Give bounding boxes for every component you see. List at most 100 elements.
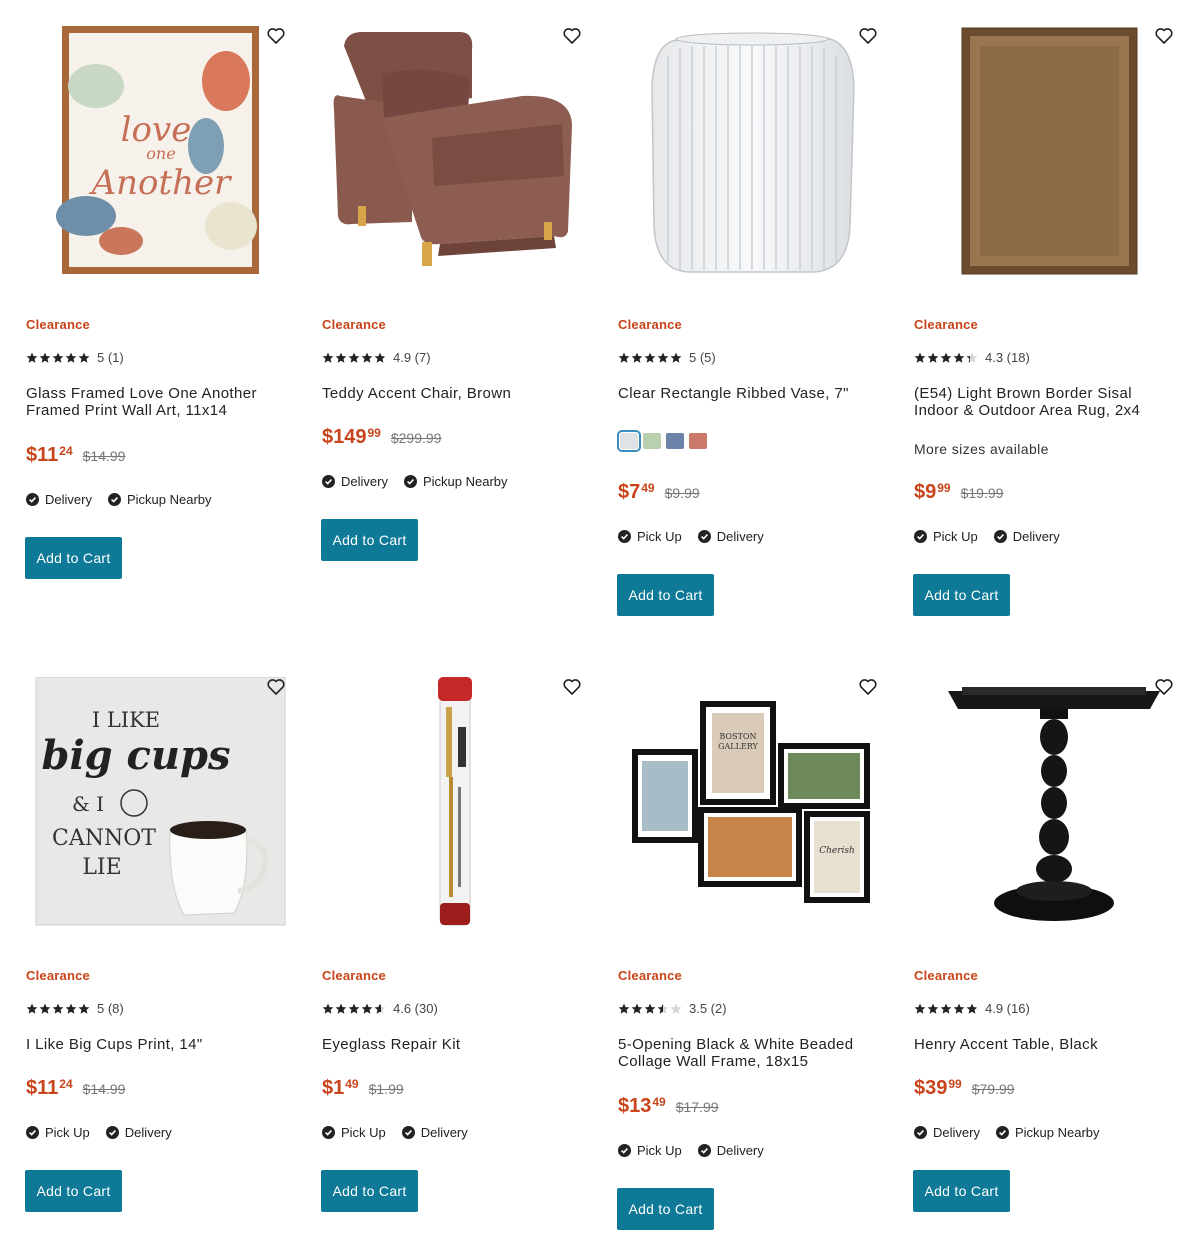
color-swatches bbox=[617, 430, 712, 452]
product-title[interactable]: I Like Big Cups Print, 14" bbox=[26, 1036, 286, 1053]
star-icon bbox=[966, 352, 978, 363]
fulfillment-option: Pickup Nearby bbox=[403, 474, 508, 489]
check-circle-icon bbox=[26, 493, 39, 506]
star-icon bbox=[670, 1003, 682, 1014]
heart-icon[interactable] bbox=[266, 26, 286, 46]
fulfillment-label: Pick Up bbox=[45, 1125, 90, 1140]
rating-text: 5 (1) bbox=[97, 350, 124, 365]
star-rating bbox=[914, 352, 979, 364]
star-icon bbox=[657, 1003, 669, 1014]
star-icon bbox=[940, 1003, 952, 1014]
was-price: $14.99 bbox=[82, 1081, 126, 1097]
was-price: $9.99 bbox=[664, 485, 700, 501]
star-icon bbox=[348, 352, 360, 363]
heart-icon[interactable] bbox=[858, 26, 878, 46]
price-dollars: $11 bbox=[26, 1077, 59, 1099]
color-swatch[interactable] bbox=[666, 433, 684, 449]
star-icon bbox=[927, 352, 939, 363]
product-image[interactable] bbox=[618, 26, 888, 296]
fulfillment-options: Pick Up Delivery bbox=[618, 529, 780, 544]
rating-text: 3.5 (2) bbox=[689, 1001, 727, 1016]
star-icon bbox=[374, 352, 386, 363]
print-text-line1: I LIKE bbox=[92, 708, 160, 732]
rating-text: 4.6 (30) bbox=[393, 1001, 438, 1016]
product-image[interactable] bbox=[914, 677, 1184, 947]
star-icon bbox=[618, 1003, 630, 1014]
star-icon bbox=[914, 352, 926, 363]
sisal-area-rug-image bbox=[961, 27, 1138, 275]
fulfillment-option: Delivery bbox=[401, 1125, 468, 1140]
check-circle-icon bbox=[322, 475, 335, 488]
product-image[interactable]: BOSTON GALLERY Cherish bbox=[618, 677, 888, 947]
clearance-badge: Clearance bbox=[322, 317, 386, 332]
color-swatch[interactable] bbox=[643, 433, 661, 449]
heart-icon[interactable] bbox=[1154, 677, 1174, 697]
clearance-badge: Clearance bbox=[26, 317, 90, 332]
star-icon bbox=[78, 352, 90, 363]
product-card: Clearance 4.6 (30) Eyeglass Repair Kit $… bbox=[321, 677, 602, 1237]
add-to-cart-button[interactable]: Add to Cart bbox=[25, 537, 122, 579]
add-to-cart-button[interactable]: Add to Cart bbox=[617, 1188, 714, 1230]
add-to-cart-button[interactable]: Add to Cart bbox=[617, 574, 714, 616]
color-swatch[interactable] bbox=[617, 430, 641, 452]
check-circle-icon bbox=[618, 1144, 631, 1157]
rating-text: 5 (5) bbox=[689, 350, 716, 365]
color-swatch[interactable] bbox=[689, 433, 707, 449]
product-title[interactable]: Clear Rectangle Ribbed Vase, 7" bbox=[618, 385, 878, 402]
product-image[interactable] bbox=[322, 26, 592, 296]
product-title[interactable]: Henry Accent Table, Black bbox=[914, 1036, 1174, 1053]
product-image[interactable] bbox=[914, 26, 1184, 296]
star-icon bbox=[26, 1003, 38, 1014]
price: $11 24 $14.99 bbox=[26, 444, 125, 466]
star-icon bbox=[52, 352, 64, 363]
star-rating bbox=[618, 352, 683, 364]
clearance-badge: Clearance bbox=[618, 968, 682, 983]
product-title[interactable]: Teddy Accent Chair, Brown bbox=[322, 385, 582, 402]
star-icon bbox=[78, 1003, 90, 1014]
heart-icon[interactable] bbox=[858, 677, 878, 697]
add-to-cart-button[interactable]: Add to Cart bbox=[321, 1170, 418, 1212]
fulfillment-options: Delivery Pickup Nearby bbox=[914, 1125, 1116, 1140]
fulfillment-option: Pick Up bbox=[618, 1143, 682, 1158]
star-icon bbox=[953, 1003, 965, 1014]
price: $149 99 $299.99 bbox=[322, 426, 441, 448]
heart-icon[interactable] bbox=[562, 26, 582, 46]
star-icon bbox=[322, 1003, 334, 1014]
fulfillment-option: Delivery bbox=[322, 474, 388, 489]
was-price: $19.99 bbox=[960, 485, 1004, 501]
rating-text: 4.3 (18) bbox=[985, 350, 1030, 365]
product-title[interactable]: Eyeglass Repair Kit bbox=[322, 1036, 582, 1053]
price-cents: 24 bbox=[59, 444, 73, 458]
add-to-cart-button[interactable]: Add to Cart bbox=[321, 519, 418, 561]
price: $39 99 $79.99 bbox=[914, 1077, 1015, 1099]
fulfillment-option: Delivery bbox=[914, 1125, 980, 1140]
price-cents: 99 bbox=[367, 426, 381, 440]
add-to-cart-button[interactable]: Add to Cart bbox=[913, 574, 1010, 616]
heart-icon[interactable] bbox=[1154, 26, 1174, 46]
fulfillment-label: Delivery bbox=[45, 492, 92, 507]
clearance-badge: Clearance bbox=[618, 317, 682, 332]
product-title[interactable]: Glass Framed Love One Another Framed Pri… bbox=[26, 385, 286, 419]
star-rating bbox=[618, 1003, 683, 1015]
add-to-cart-button[interactable]: Add to Cart bbox=[25, 1170, 122, 1212]
product-image[interactable]: I LIKE big cups & I CANNOT LIE bbox=[26, 677, 296, 947]
price-cents: 49 bbox=[652, 1095, 666, 1109]
clearance-badge: Clearance bbox=[322, 968, 386, 983]
price-cents: 99 bbox=[948, 1077, 962, 1091]
add-to-cart-button[interactable]: Add to Cart bbox=[913, 1170, 1010, 1212]
product-image[interactable] bbox=[322, 677, 592, 947]
product-card: Clearance 4.9 (7) Teddy Accent Chair, Br… bbox=[321, 26, 602, 586]
product-title[interactable]: 5-Opening Black & White Beaded Collage W… bbox=[618, 1036, 878, 1070]
heart-icon[interactable] bbox=[562, 677, 582, 697]
star-rating bbox=[914, 1003, 979, 1015]
check-circle-icon bbox=[401, 1126, 415, 1139]
star-rating bbox=[322, 1003, 387, 1015]
product-title[interactable]: (E54) Light Brown Border Sisal Indoor & … bbox=[914, 385, 1174, 419]
product-image[interactable]: love one Another bbox=[26, 26, 296, 296]
fulfillment-label: Delivery bbox=[341, 474, 388, 489]
fulfillment-label: Pick Up bbox=[637, 529, 682, 544]
price-dollars: $1 bbox=[322, 1077, 345, 1099]
heart-icon[interactable] bbox=[266, 677, 286, 697]
price-dollars: $39 bbox=[914, 1077, 948, 1099]
star-icon bbox=[644, 1003, 656, 1014]
